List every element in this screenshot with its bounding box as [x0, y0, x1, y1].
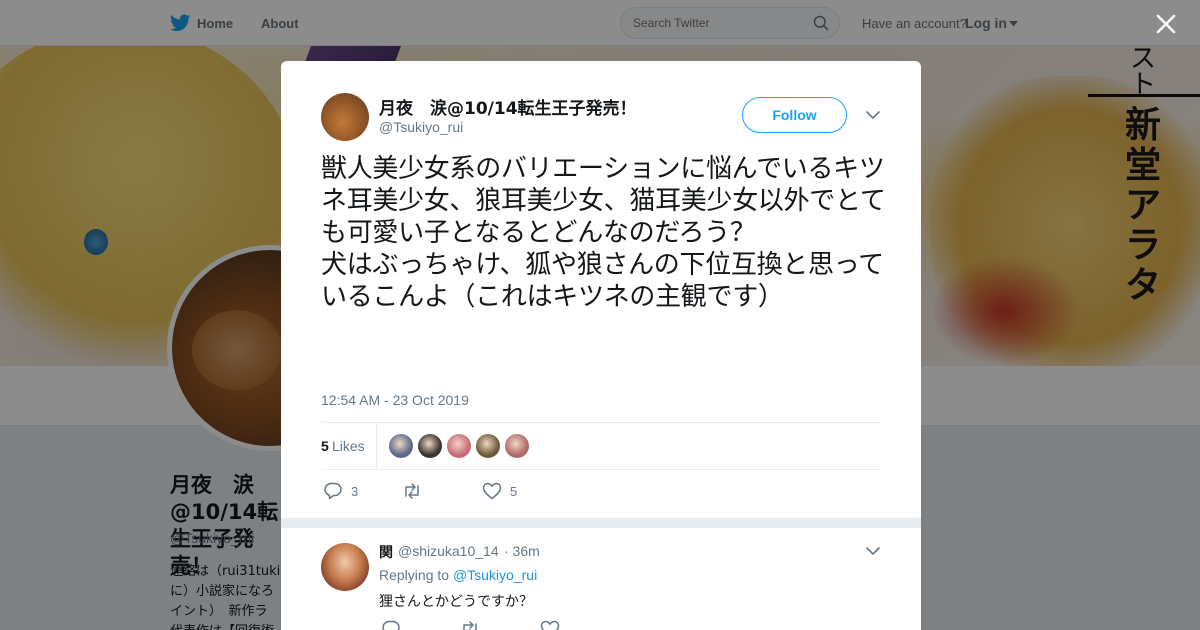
- reply-chevron-down-icon[interactable]: [865, 544, 881, 558]
- like-count: 5: [510, 484, 518, 499]
- likes-count[interactable]: 5: [321, 438, 329, 454]
- reply-reply-icon[interactable]: [381, 620, 401, 630]
- liker-avatar[interactable]: [505, 434, 529, 458]
- tweet-permalink-modal: 月夜 涙@10/14転生王子発売！ @Tsukiyo_rui Follow 獣人…: [281, 61, 921, 630]
- reply-icon[interactable]: [323, 482, 343, 500]
- replies-separator: [281, 518, 921, 528]
- close-icon[interactable]: [1154, 12, 1178, 36]
- tweet-actions: 3 5: [321, 481, 881, 501]
- tweet-author-avatar[interactable]: [321, 93, 369, 141]
- reply-author-name[interactable]: 関: [379, 542, 393, 562]
- reply-count: 3: [351, 484, 359, 499]
- replying-to-prefix: Replying to: [379, 567, 450, 583]
- tweet-timestamp[interactable]: 12:54 AM - 23 Oct 2019: [321, 392, 469, 408]
- reply-author-avatar[interactable]: [321, 543, 369, 591]
- liker-avatar[interactable]: [418, 434, 442, 458]
- reply-heart-icon[interactable]: [540, 620, 560, 630]
- tweet-text: 獣人美少女系のバリエーションに悩んでいるキツネ耳美少女、狼耳美少女、猫耳美少女以…: [321, 154, 886, 312]
- stats-divider: [376, 423, 377, 469]
- reply-retweet-icon[interactable]: [460, 620, 480, 630]
- tweet-author-name[interactable]: 月夜 涙@10/14転生王子発売！: [379, 94, 637, 119]
- replying-to-line: Replying to @Tsukiyo_rui: [379, 567, 537, 583]
- chevron-down-icon[interactable]: [865, 108, 881, 122]
- replying-to-link[interactable]: @Tsukiyo_rui: [453, 567, 537, 583]
- liker-avatar[interactable]: [389, 434, 413, 458]
- liker-avatar[interactable]: [476, 434, 500, 458]
- tweet-stats: 5 Likes: [321, 422, 881, 470]
- retweet-icon[interactable]: [402, 482, 422, 500]
- follow-button[interactable]: Follow: [742, 97, 847, 133]
- reply-actions: [379, 619, 679, 630]
- reply-time[interactable]: · 36m: [504, 543, 540, 559]
- reply-text: 狸さんとかどうですか？: [379, 594, 533, 610]
- reply-author-handle[interactable]: @shizuka10_14: [398, 543, 499, 559]
- heart-icon[interactable]: [482, 482, 502, 500]
- likes-label[interactable]: Likes: [332, 438, 365, 454]
- tweet-author-handle[interactable]: @Tsukiyo_rui: [379, 119, 463, 135]
- liker-avatar[interactable]: [447, 434, 471, 458]
